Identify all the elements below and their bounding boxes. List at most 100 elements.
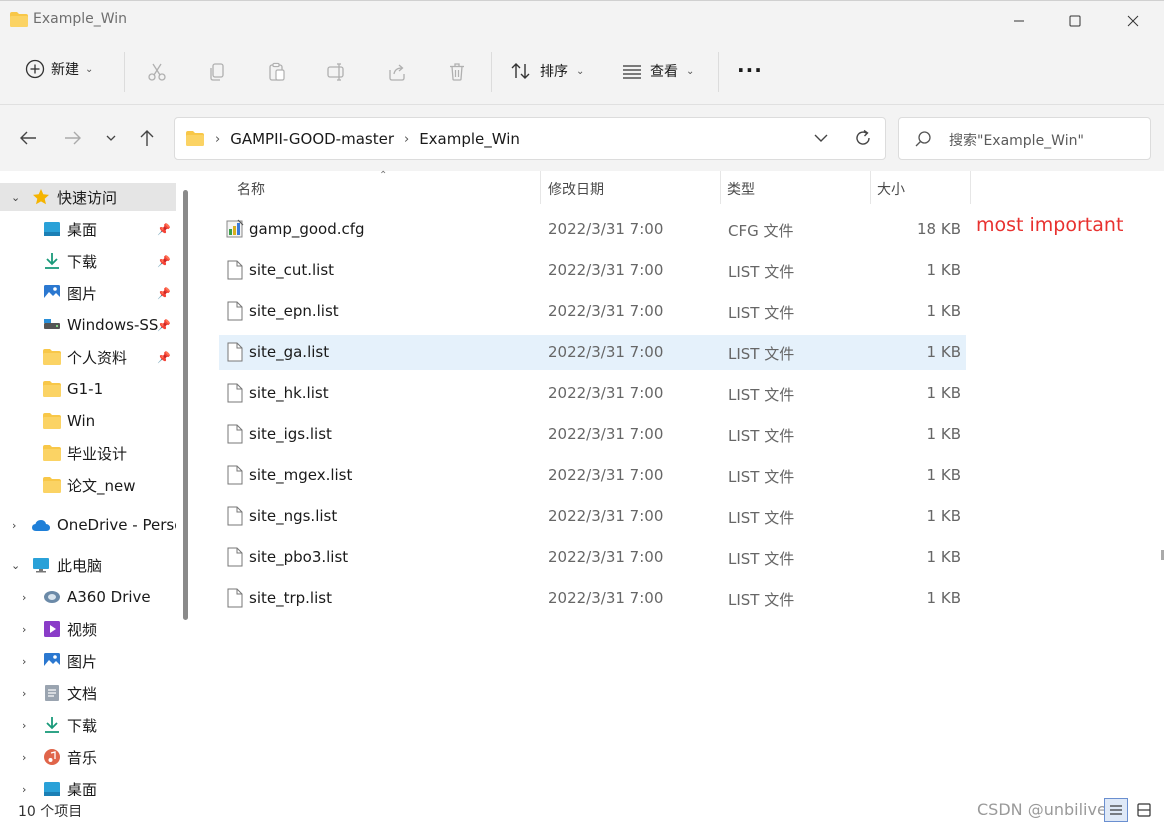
chevron-down-icon[interactable] bbox=[811, 128, 831, 152]
rename-icon[interactable] bbox=[325, 60, 349, 84]
back-arrow-icon[interactable] bbox=[16, 126, 40, 150]
pin-icon[interactable]: 📌 bbox=[157, 287, 171, 300]
search-box[interactable]: 搜索"Example_Win" bbox=[898, 117, 1151, 160]
column-header-type[interactable]: 类型 bbox=[727, 179, 755, 199]
sidebar-item-label: 毕业设计 bbox=[67, 444, 128, 463]
chevron-right-icon[interactable]: › bbox=[22, 783, 26, 796]
chevron-right-icon[interactable]: › bbox=[22, 655, 26, 668]
title-bar: Example_Win bbox=[0, 0, 1164, 40]
pin-icon[interactable]: 📌 bbox=[157, 255, 171, 268]
file-row[interactable]: site_hk.list 2022/3/31 7:00 LIST 文件 1 KB bbox=[219, 376, 966, 411]
new-button[interactable]: 新建 ⌄ bbox=[25, 59, 93, 79]
search-input[interactable]: 搜索"Example_Win" bbox=[949, 130, 1084, 150]
sidebar-item-label: 图片 bbox=[67, 652, 98, 671]
sort-icon bbox=[511, 63, 530, 79]
sidebar-item-folder[interactable]: Win bbox=[0, 407, 176, 435]
file-row[interactable]: site_mgex.list 2022/3/31 7:00 LIST 文件 1 … bbox=[219, 458, 966, 493]
copy-icon[interactable] bbox=[205, 60, 229, 84]
file-row[interactable]: site_epn.list 2022/3/31 7:00 LIST 文件 1 K… bbox=[219, 294, 966, 329]
sidebar-item-personal[interactable]: 个人资料 📌 bbox=[0, 343, 176, 371]
breadcrumb-item[interactable]: GAMPII-GOOD-master bbox=[230, 130, 394, 148]
file-row[interactable]: site_trp.list 2022/3/31 7:00 LIST 文件 1 K… bbox=[219, 581, 966, 616]
minimize-button[interactable] bbox=[990, 1, 1048, 41]
sidebar-item-onedrive[interactable]: › OneDrive - Perso bbox=[0, 511, 176, 539]
forward-arrow-icon[interactable] bbox=[61, 126, 85, 150]
chevron-right-icon[interactable]: › bbox=[22, 591, 26, 604]
sidebar-item-downloads[interactable]: 下载 📌 bbox=[0, 247, 176, 275]
chevron-right-icon[interactable]: › bbox=[12, 519, 16, 532]
cut-icon[interactable] bbox=[145, 60, 169, 84]
sidebar-item-label: A360 Drive bbox=[67, 588, 151, 606]
sidebar-item-videos[interactable]: › 视频 bbox=[0, 615, 176, 643]
breadcrumb-item[interactable]: Example_Win bbox=[419, 130, 520, 148]
column-divider[interactable] bbox=[540, 171, 541, 204]
pin-icon[interactable]: 📌 bbox=[157, 223, 171, 236]
chevron-right-icon[interactable]: › bbox=[22, 687, 26, 700]
desktop-icon bbox=[44, 782, 60, 796]
share-icon[interactable] bbox=[385, 60, 409, 84]
file-row[interactable]: site_igs.list 2022/3/31 7:00 LIST 文件 1 K… bbox=[219, 417, 966, 452]
sidebar-item-documents[interactable]: › 文档 bbox=[0, 679, 176, 707]
sidebar-item-downloads-pc[interactable]: › 下载 bbox=[0, 711, 176, 739]
sidebar-item-folder[interactable]: 毕业设计 bbox=[0, 439, 176, 467]
column-header-date[interactable]: 修改日期 bbox=[548, 179, 604, 199]
chevron-right-icon[interactable]: › bbox=[22, 623, 26, 636]
sidebar-item-desktop-pc[interactable]: › 桌面 bbox=[0, 775, 176, 796]
file-size: 1 KB bbox=[926, 507, 961, 525]
sidebar-item-pictures-pc[interactable]: › 图片 bbox=[0, 647, 176, 675]
drive-icon bbox=[44, 319, 60, 329]
pin-icon[interactable]: 📌 bbox=[157, 351, 171, 364]
paste-icon[interactable] bbox=[265, 60, 289, 84]
pin-icon[interactable]: 📌 bbox=[157, 319, 171, 332]
recent-locations-chevron-icon[interactable] bbox=[99, 126, 123, 150]
more-options-button[interactable]: ··· bbox=[737, 58, 763, 82]
refresh-icon[interactable] bbox=[853, 128, 873, 152]
chevron-right-icon[interactable]: › bbox=[404, 132, 409, 147]
close-button[interactable] bbox=[1104, 1, 1162, 41]
delete-icon[interactable] bbox=[445, 60, 469, 84]
sidebar-item-pictures[interactable]: 图片 📌 bbox=[0, 279, 176, 307]
column-header-size[interactable]: 大小 bbox=[877, 179, 905, 199]
column-divider[interactable] bbox=[870, 171, 871, 204]
file-size: 1 KB bbox=[926, 466, 961, 484]
details-view-icon[interactable] bbox=[1104, 798, 1128, 822]
chevron-right-icon[interactable]: › bbox=[22, 751, 26, 764]
sidebar-item-label: 此电脑 bbox=[57, 556, 103, 575]
file-row[interactable]: site_ngs.list 2022/3/31 7:00 LIST 文件 1 K… bbox=[219, 499, 966, 534]
breadcrumb: › GAMPII-GOOD-master › Example_Win bbox=[215, 130, 520, 148]
column-header-name[interactable]: 名称 bbox=[237, 179, 265, 199]
chevron-right-icon[interactable]: › bbox=[215, 132, 220, 147]
new-label: 新建 bbox=[51, 62, 79, 78]
sidebar-item-folder[interactable]: 论文_new bbox=[0, 471, 176, 499]
sidebar-scrollbar[interactable] bbox=[183, 190, 188, 620]
column-divider[interactable] bbox=[720, 171, 721, 204]
chevron-down-icon[interactable]: ⌄ bbox=[11, 191, 20, 204]
file-row[interactable]: site_cut.list 2022/3/31 7:00 LIST 文件 1 K… bbox=[219, 253, 966, 288]
up-arrow-icon[interactable] bbox=[135, 126, 159, 150]
chevron-down-icon[interactable]: ⌄ bbox=[11, 559, 20, 572]
sidebar-item-desktop[interactable]: 桌面 📌 bbox=[0, 215, 176, 243]
search-icon bbox=[914, 130, 932, 152]
file-row-selected[interactable]: site_ga.list 2022/3/31 7:00 LIST 文件 1 KB bbox=[219, 335, 966, 370]
navigation-pane: ⌄ 快速访问 桌面 📌 下载 📌 图片 📌 Windows-SS 📌 个人资料 … bbox=[0, 171, 196, 796]
address-bar[interactable]: › GAMPII-GOOD-master › Example_Win bbox=[174, 117, 886, 160]
view-button[interactable]: 查看 ⌄ bbox=[622, 61, 694, 81]
chevron-right-icon[interactable]: › bbox=[22, 719, 26, 732]
column-divider[interactable] bbox=[970, 171, 971, 204]
sidebar-item-music[interactable]: › 音乐 bbox=[0, 743, 176, 771]
file-name: site_ga.list bbox=[249, 343, 330, 361]
file-type: CFG 文件 bbox=[728, 222, 794, 240]
sidebar-item-quick-access[interactable]: ⌄ 快速访问 bbox=[0, 183, 176, 211]
sort-ascending-icon: ⌃ bbox=[379, 170, 388, 181]
file-date: 2022/3/31 7:00 bbox=[548, 507, 664, 525]
sort-button[interactable]: 排序 ⌄ bbox=[510, 61, 584, 81]
file-row[interactable]: site_pbo3.list 2022/3/31 7:00 LIST 文件 1 … bbox=[219, 540, 966, 575]
sidebar-item-folder[interactable]: G1-1 bbox=[0, 375, 176, 403]
maximize-button[interactable] bbox=[1046, 1, 1104, 41]
sidebar-item-a360-drive[interactable]: › A360 Drive bbox=[0, 583, 176, 611]
sidebar-item-windows-ss[interactable]: Windows-SS 📌 bbox=[0, 311, 176, 339]
tiles-view-icon[interactable] bbox=[1132, 798, 1156, 822]
file-row[interactable]: gamp_good.cfg 2022/3/31 7:00 CFG 文件 18 K… bbox=[219, 212, 966, 247]
file-icon bbox=[227, 465, 243, 485]
sidebar-item-this-pc[interactable]: ⌄ 此电脑 bbox=[0, 551, 176, 579]
